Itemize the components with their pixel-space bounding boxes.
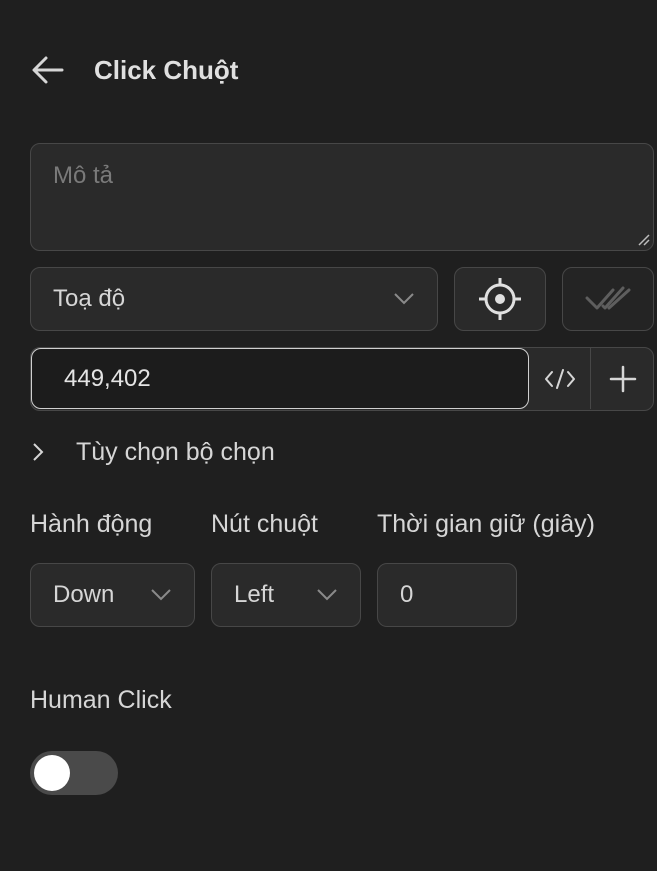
code-button[interactable] <box>529 348 591 409</box>
target-type-value: Toạ độ <box>53 285 126 312</box>
selector-options-label: Tùy chọn bộ chọn <box>76 437 275 466</box>
chevron-right-icon <box>33 443 44 461</box>
human-click-label: Human Click <box>30 686 172 714</box>
description-field[interactable] <box>30 143 654 251</box>
back-button[interactable] <box>30 46 78 94</box>
plus-icon <box>609 365 637 392</box>
locate-element-button[interactable] <box>454 267 546 331</box>
coordinate-input[interactable] <box>31 348 529 409</box>
resize-grip-icon[interactable] <box>635 231 651 247</box>
action-label: Hành động <box>30 510 153 538</box>
toggle-knob <box>34 755 70 791</box>
human-click-toggle[interactable] <box>30 751 118 795</box>
mouse-button-select[interactable]: Left <box>211 563 361 627</box>
chevron-down-icon <box>317 589 337 601</box>
page-title: Click Chuột <box>94 54 239 85</box>
target-type-select[interactable]: Toạ độ <box>30 267 438 331</box>
click-action-panel: Click Chuột Toạ độ <box>0 0 657 871</box>
selector-options-toggle[interactable]: Tùy chọn bộ chọn <box>30 432 275 472</box>
arrow-left-icon <box>32 56 64 84</box>
double-check-icon <box>585 286 631 310</box>
mouse-button-label: Nút chuột <box>211 510 319 538</box>
action-select[interactable]: Down <box>30 563 195 627</box>
header: Click Chuột <box>30 46 238 94</box>
action-value: Down <box>53 581 115 608</box>
code-icon <box>544 368 575 389</box>
mouse-button-value: Left <box>234 581 275 608</box>
hold-time-input[interactable] <box>377 563 517 627</box>
verify-button[interactable] <box>562 267 654 331</box>
chevron-down-icon <box>394 293 414 305</box>
add-button[interactable] <box>592 348 653 409</box>
crosshair-icon <box>479 278 521 320</box>
hold-time-label: Thời gian giữ (giây) <box>377 510 595 538</box>
chevron-down-icon <box>151 589 171 601</box>
coordinate-group <box>30 347 654 411</box>
